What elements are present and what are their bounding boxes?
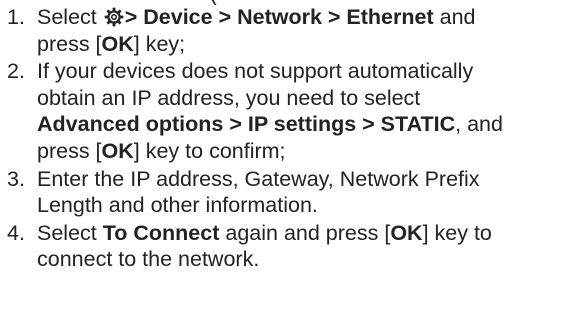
step-1: 1. Select > Device > Network > Ethernet … (0, 4, 586, 57)
step-2-line-2: obtain an IP address, you need to select (37, 85, 421, 110)
step-3: 3. Enter the IP address, Gateway, Networ… (0, 166, 586, 219)
step-4-line-1: Select To Connect again and press [OK] k… (37, 220, 492, 245)
step-3-line-1: Enter the IP address, Gateway, Network P… (37, 166, 480, 191)
step-4-line-2: connect to the network. (37, 247, 260, 272)
step-number: 2. (7, 59, 25, 84)
step-1-line-1: Select > Device > Network > Ethernet and (37, 5, 476, 29)
step-2-line-3: Advanced options > IP settings > STATIC,… (37, 112, 503, 137)
step-4: 4. Select To Connect again and press [OK… (0, 220, 586, 273)
step-3-line-2: Length and other information. (37, 193, 318, 218)
step-number: 1. (7, 5, 25, 29)
instruction-page: ( 1. Select (0, 0, 586, 323)
step-2: 2. If your devices does not support auto… (0, 58, 586, 164)
ethernet-setup-steps: 1. Select > Device > Network > Ethernet … (0, 4, 586, 274)
step-number: 4. (7, 220, 25, 245)
step-1-line-2: press [OK] key; (37, 31, 186, 56)
step-2-line-4: press [OK] key to confirm; (37, 138, 286, 163)
step-2-line-1: If your devices does not support automat… (37, 59, 474, 84)
step-number: 3. (7, 166, 25, 191)
gear-icon (104, 7, 124, 27)
